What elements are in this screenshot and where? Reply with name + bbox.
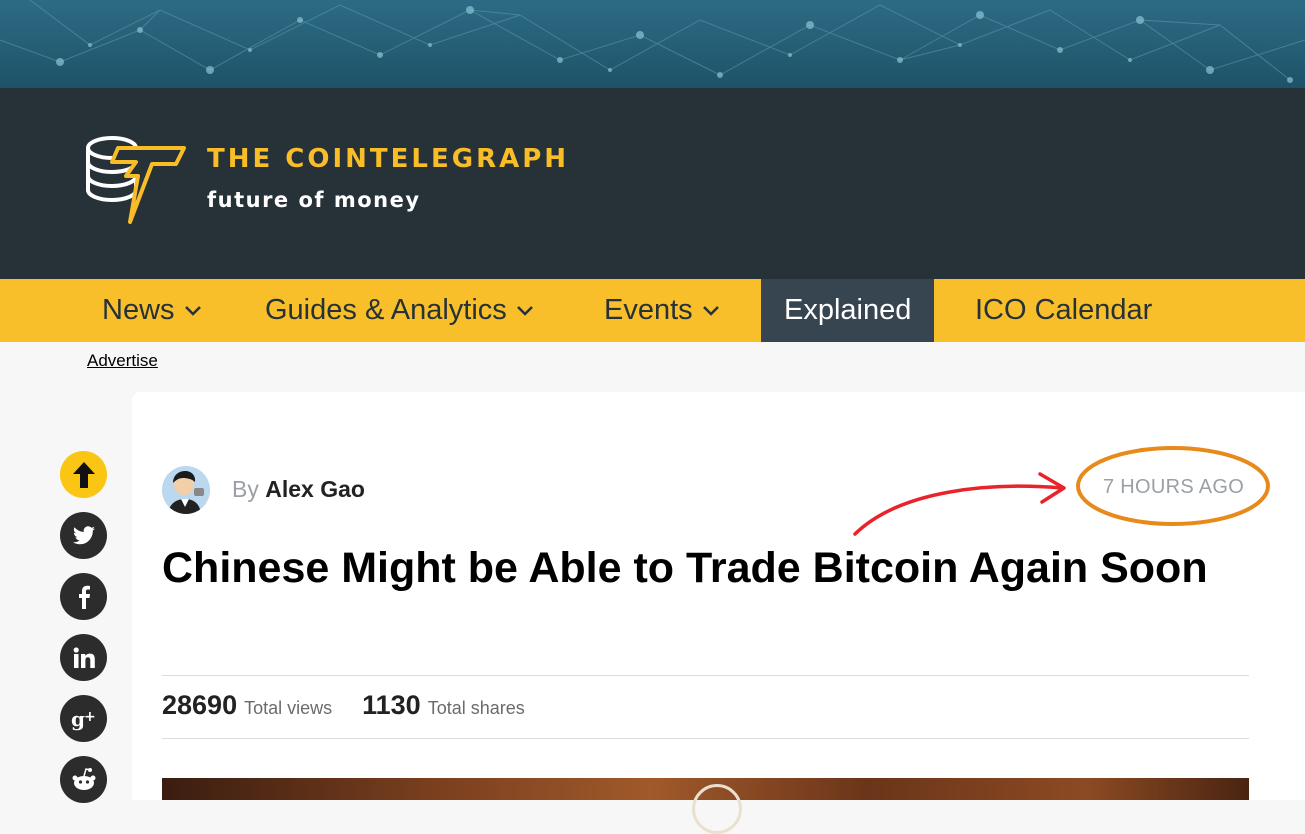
divider [162,738,1249,739]
facebook-share-button[interactable] [60,573,107,620]
scroll-up-button[interactable] [60,451,107,498]
chevron-down-icon [702,305,719,316]
twitter-share-button[interactable] [60,512,107,559]
shares-count: 1130 [362,690,421,720]
brand-name[interactable]: THE COINTELEGRAPH [207,144,569,174]
nav-item-label: Explained [784,294,912,326]
nav-item-label: News [102,294,175,326]
twitter-icon [72,525,95,544]
nav-item-label: Guides & Analytics [265,294,507,326]
coin-graphic [692,784,742,834]
svg-text:+: + [84,709,96,725]
cointelegraph-logo-icon[interactable] [84,130,188,231]
author-avatar[interactable] [162,466,210,514]
shares-label: Total shares [427,698,525,718]
linkedin-share-button[interactable] [60,634,107,681]
chevron-down-icon [516,305,533,316]
article-title: Chinese Might be Able to Trade Bitcoin A… [162,544,1208,592]
publish-timestamp: 7 HOURS AGO [1103,476,1245,498]
google-plus-icon: g + [71,707,96,731]
nav-item-label: Events [604,294,693,326]
article-hero-image [162,778,1249,834]
network-pattern-graphic [0,0,1305,83]
reddit-icon [72,767,95,790]
facebook-icon [78,585,90,609]
divider [162,675,1249,676]
advertise-link[interactable]: Advertise [87,351,158,371]
brand-tagline: future of money [207,188,421,212]
reddit-share-button[interactable] [60,756,107,803]
author-name[interactable]: Alex Gao [265,476,365,502]
main-navigation: News Guides & Analytics Events Explained… [0,279,1305,342]
views-count: 28690 [162,690,238,720]
article-stats: 28690 Total views 1130 Total shares [162,690,525,721]
nav-item-guides-analytics[interactable]: Guides & Analytics [265,279,533,342]
views-label: Total views [244,698,333,718]
byline-prefix: By [232,476,259,502]
linkedin-icon [73,646,95,668]
nav-item-explained[interactable]: Explained [761,279,935,342]
scroll-up-icon [72,461,95,488]
nav-item-ico-calendar[interactable]: ICO Calendar [975,279,1152,342]
chevron-down-icon [184,305,201,316]
article-byline: By Alex Gao [232,476,365,503]
nav-item-news[interactable]: News [102,279,201,342]
nav-item-label: ICO Calendar [975,294,1153,326]
top-network-banner [0,0,1305,88]
svg-text:g: g [71,707,85,731]
nav-item-events[interactable]: Events [604,279,719,342]
google-plus-share-button[interactable]: g + [60,695,107,742]
site-header: THE COINTELEGRAPH future of money [0,88,1305,279]
